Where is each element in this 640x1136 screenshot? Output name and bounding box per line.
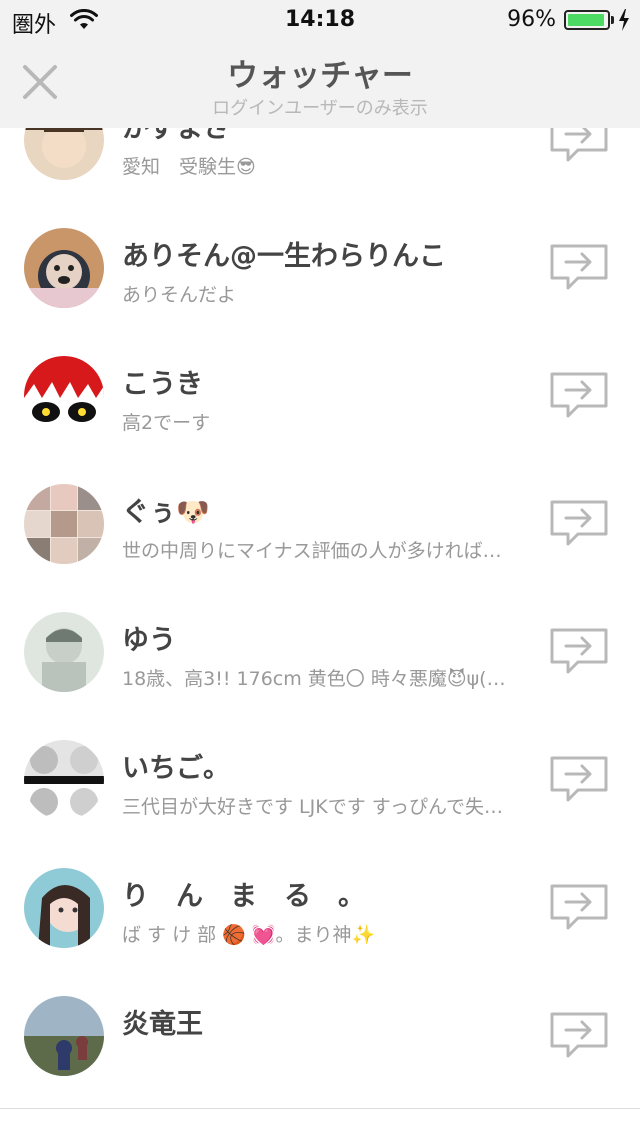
- avatar-kouki[interactable]: [24, 356, 104, 436]
- status-bar: 圏外 14:18 96%: [0, 0, 640, 40]
- watcher-list[interactable]: かずまさ 愛知 受験生😎 ありそん@一生わらりんこ ありそんだよ こうき 高2でーす ぐぅ🐶…: [0, 110, 640, 1136]
- avatar-ichigo[interactable]: [24, 740, 104, 820]
- list-item[interactable]: ゆう 18歳、高3!! 176cm 黄色〇 時々悪魔😈ψ(｀∇´)ψ: [0, 588, 640, 716]
- list-item[interactable]: こうき高2でーす: [0, 332, 640, 460]
- user-bio: 愛知 受験生😎: [122, 156, 256, 178]
- avatar-enryuuou[interactable]: [24, 996, 104, 1076]
- avatar-guu[interactable]: [24, 484, 104, 564]
- user-name: ぐぅ🐶: [122, 497, 210, 528]
- bolt-icon: [619, 9, 629, 31]
- message-arrow-icon[interactable]: [550, 756, 608, 804]
- list-item[interactable]: いちご。三代目が大好きです LJKです すっぴんで失礼します: [0, 716, 640, 844]
- nav-header: ウォッチャー ログインユーザーのみ表示: [0, 40, 640, 128]
- message-arrow-icon[interactable]: [550, 1012, 608, 1060]
- list-item[interactable]: ありそん@一生わらりんこありそんだよ: [0, 204, 640, 332]
- user-bio: 18歳、高3!! 176cm 黄色〇 時々悪魔😈ψ(｀∇´)ψ: [122, 668, 517, 690]
- user-bio: ありそんだよ: [122, 284, 237, 306]
- user-name: ゆう: [122, 625, 176, 656]
- message-arrow-icon[interactable]: [550, 500, 608, 548]
- user-bio: 世の中周りにマイナス評価の人が多ければ多いほど: [122, 540, 517, 562]
- list-item[interactable]: ぐぅ🐶 世の中周りにマイナス評価の人が多ければ多いほど: [0, 460, 640, 588]
- message-arrow-icon[interactable]: [550, 884, 608, 932]
- list-bottom-divider: [0, 1108, 640, 1109]
- user-name: いちご。: [122, 753, 230, 784]
- message-arrow-icon[interactable]: [550, 244, 608, 292]
- user-name: ありそん@一生わらりんこ: [122, 241, 446, 272]
- user-name: こうき: [122, 369, 203, 400]
- message-arrow-icon[interactable]: [550, 628, 608, 676]
- avatar-rinmaru[interactable]: [24, 868, 104, 948]
- user-bio: 高2でーす: [122, 412, 211, 434]
- message-arrow-icon[interactable]: [550, 372, 608, 420]
- avatar-arisonn[interactable]: [24, 228, 104, 308]
- user-bio: 三代目が大好きです LJKです すっぴんで失礼します: [122, 796, 517, 818]
- battery-percent: 96%: [507, 7, 556, 32]
- avatar-yuu[interactable]: [24, 612, 104, 692]
- page-title: ウォッチャー: [227, 58, 413, 94]
- user-name: り ん ま る 。: [122, 881, 365, 912]
- battery-icon: [564, 10, 610, 30]
- battery-fill: [568, 14, 604, 26]
- page-subtitle: ログインユーザーのみ表示: [212, 98, 428, 119]
- battery-tip: [611, 16, 614, 24]
- user-bio: ば す け 部 🏀 💓。まり神✨: [122, 924, 376, 946]
- list-item[interactable]: 炎竜王: [0, 972, 640, 1100]
- user-name: 炎竜王: [122, 1009, 203, 1040]
- list-item[interactable]: り ん ま る 。ば す け 部 🏀 💓。まり神✨: [0, 844, 640, 972]
